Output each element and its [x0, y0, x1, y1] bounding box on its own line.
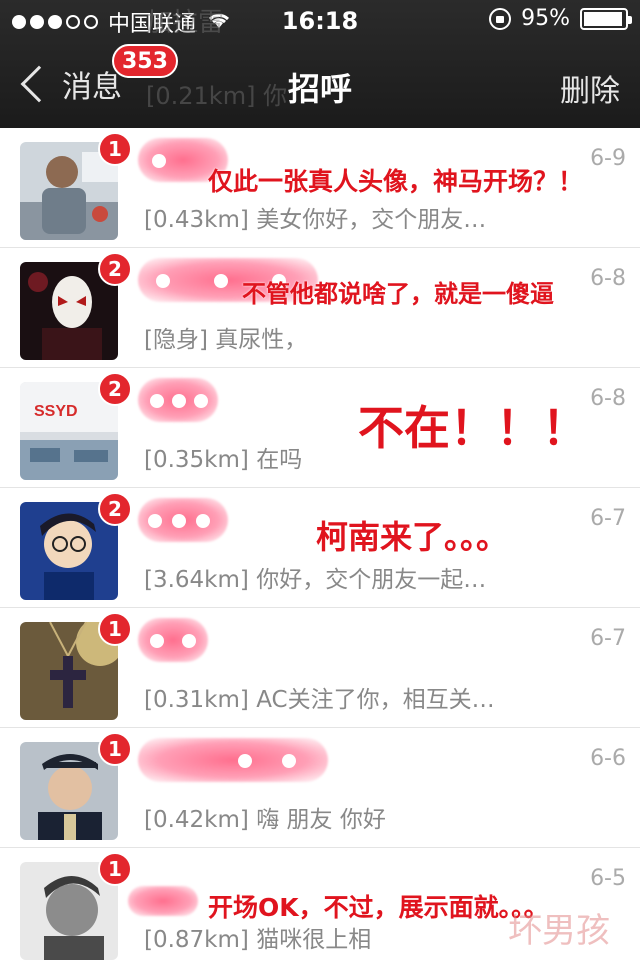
- status-bar: 中国联通 16:18 95%: [0, 0, 640, 40]
- top-bar: 中国联通 16:18 95% 加拉雷 [0.21km] 你 消息 353 招呼 …: [0, 0, 640, 128]
- blur-dots: [150, 634, 196, 648]
- message-preview: [3.64km] 你好，交个朋友一起…: [144, 567, 487, 593]
- unread-badge: 2: [98, 252, 132, 286]
- annotation: 不管他都说啥了，就是一傻逼: [242, 280, 554, 308]
- unread-badge: 1: [98, 612, 132, 646]
- status-right: 95%: [489, 6, 632, 31]
- date: 6-8: [590, 386, 626, 411]
- date: 6-5: [590, 866, 626, 891]
- list-item[interactable]: 2 6-8 [隐身] 真尿性， 不管他都说啥了，就是一傻逼: [0, 248, 640, 368]
- list-item[interactable]: 1 6-6 [0.42km] 嗨 朋友 你好: [0, 728, 640, 848]
- date: 6-7: [590, 506, 626, 531]
- date: 6-6: [590, 746, 626, 771]
- annotation: 开场OK，不过，展示面就。。。: [208, 893, 549, 922]
- blur-dots: [148, 514, 210, 528]
- ghost-name: 加拉雷: [146, 8, 225, 38]
- blurred-name: [138, 738, 328, 782]
- blur-dots: [238, 754, 296, 768]
- unread-badge: 1: [98, 852, 132, 886]
- message-preview: [0.87km] 猫咪很上相: [144, 927, 372, 953]
- battery-percent: 95%: [521, 6, 570, 31]
- annotation: 仅此一张真人头像，神马开场？！: [208, 167, 584, 196]
- list-item[interactable]: 1 6-9 [0.43km] 美女你好，交个朋友… 仅此一张真人头像，神马开场？…: [0, 128, 640, 248]
- list-item[interactable]: 1 6-7 [0.31km] AC关注了你，相互关…: [0, 608, 640, 728]
- svg-text:SSYD: SSYD: [34, 403, 78, 420]
- list-item[interactable]: SSYD 2 6-8 [0.35km] 在吗 不在！！！: [0, 368, 640, 488]
- blur-dots: [152, 154, 166, 168]
- unread-badge: 1: [98, 732, 132, 766]
- blurred-name: [128, 886, 198, 916]
- rotation-lock-icon: [489, 7, 512, 30]
- watermark: 坏男孩: [508, 911, 610, 951]
- delete-button[interactable]: 删除: [560, 66, 620, 110]
- date: 6-9: [590, 146, 626, 171]
- page-title: 招呼: [287, 70, 352, 108]
- annotation: 不在！！！: [358, 401, 588, 455]
- unread-badge: 1: [98, 132, 132, 166]
- blur-dots: [150, 394, 208, 408]
- date: 6-7: [590, 626, 626, 651]
- list-item[interactable]: 2 6-7 [3.64km] 你好，交个朋友一起… 柯南来了。。。: [0, 488, 640, 608]
- message-preview: [0.42km] 嗨 朋友 你好: [144, 807, 386, 833]
- message-preview: [0.35km] 在吗: [144, 447, 303, 473]
- annotation: 柯南来了。。。: [316, 518, 509, 556]
- battery-fill: [584, 11, 622, 26]
- message-preview: [0.43km] 美女你好，交个朋友…: [144, 207, 487, 233]
- unread-badge: 2: [98, 372, 132, 406]
- date: 6-8: [590, 266, 626, 291]
- unread-badge: 2: [98, 492, 132, 526]
- message-preview: [0.31km] AC关注了你，相互关…: [144, 687, 495, 713]
- message-preview: [隐身] 真尿性，: [144, 327, 308, 353]
- greeting-list: 1 6-9 [0.43km] 美女你好，交个朋友… 仅此一张真人头像，神马开场？…: [0, 128, 640, 960]
- nav-bar: 加拉雷 [0.21km] 你 消息 353 招呼 删除: [0, 8, 640, 128]
- battery-icon: [580, 7, 632, 30]
